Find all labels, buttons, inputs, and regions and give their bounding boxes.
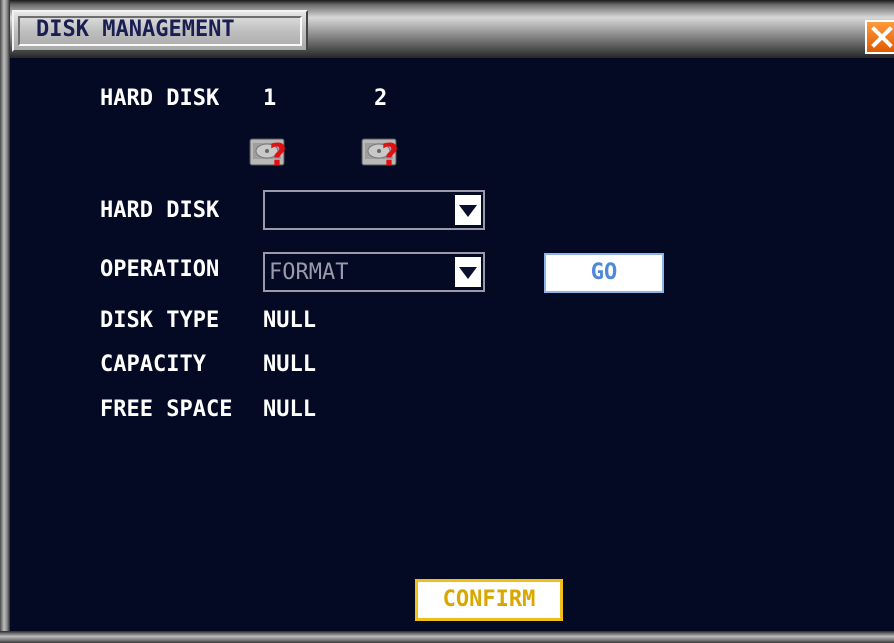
disk-number-2: 2 xyxy=(374,86,388,111)
close-icon xyxy=(871,26,893,48)
disk-number-1: 1 xyxy=(263,86,277,111)
hard-disk-select-label: HARD DISK xyxy=(100,198,220,223)
free-space-value: NULL xyxy=(263,397,316,422)
go-button-label: GO xyxy=(590,260,618,285)
confirm-button-label: CONFIRM xyxy=(442,587,536,612)
close-button[interactable] xyxy=(865,20,894,54)
operation-label: OPERATION xyxy=(100,257,220,282)
disk-type-value: NULL xyxy=(263,308,316,333)
free-space-label: FREE SPACE xyxy=(100,397,233,422)
hard-disk-header-label: HARD DISK xyxy=(100,86,220,111)
svg-text:?: ? xyxy=(381,138,398,171)
confirm-button[interactable]: CONFIRM xyxy=(415,579,563,621)
chevron-down-icon[interactable] xyxy=(455,257,481,287)
capacity-value: NULL xyxy=(263,352,316,377)
window-title: DISK MANAGEMENT xyxy=(36,17,235,42)
operation-select-value: FORMAT xyxy=(269,260,349,285)
go-button[interactable]: GO xyxy=(544,253,664,293)
chevron-down-icon[interactable] xyxy=(455,195,481,225)
svg-text:?: ? xyxy=(269,138,286,171)
disk-type-label: DISK TYPE xyxy=(100,308,220,333)
window-frame-bottom xyxy=(0,631,894,643)
disk-management-window: DISK MANAGEMENT HARD DISK 1 2 ? ? HARD D… xyxy=(0,0,894,643)
title-bar: DISK MANAGEMENT xyxy=(0,0,894,58)
operation-select[interactable]: FORMAT xyxy=(263,252,485,292)
disk-unknown-icon[interactable]: ? xyxy=(360,133,404,173)
disk-unknown-icon[interactable]: ? xyxy=(248,133,292,173)
hard-disk-select[interactable] xyxy=(263,190,485,230)
window-frame-left xyxy=(0,0,10,643)
capacity-label: CAPACITY xyxy=(100,352,206,377)
